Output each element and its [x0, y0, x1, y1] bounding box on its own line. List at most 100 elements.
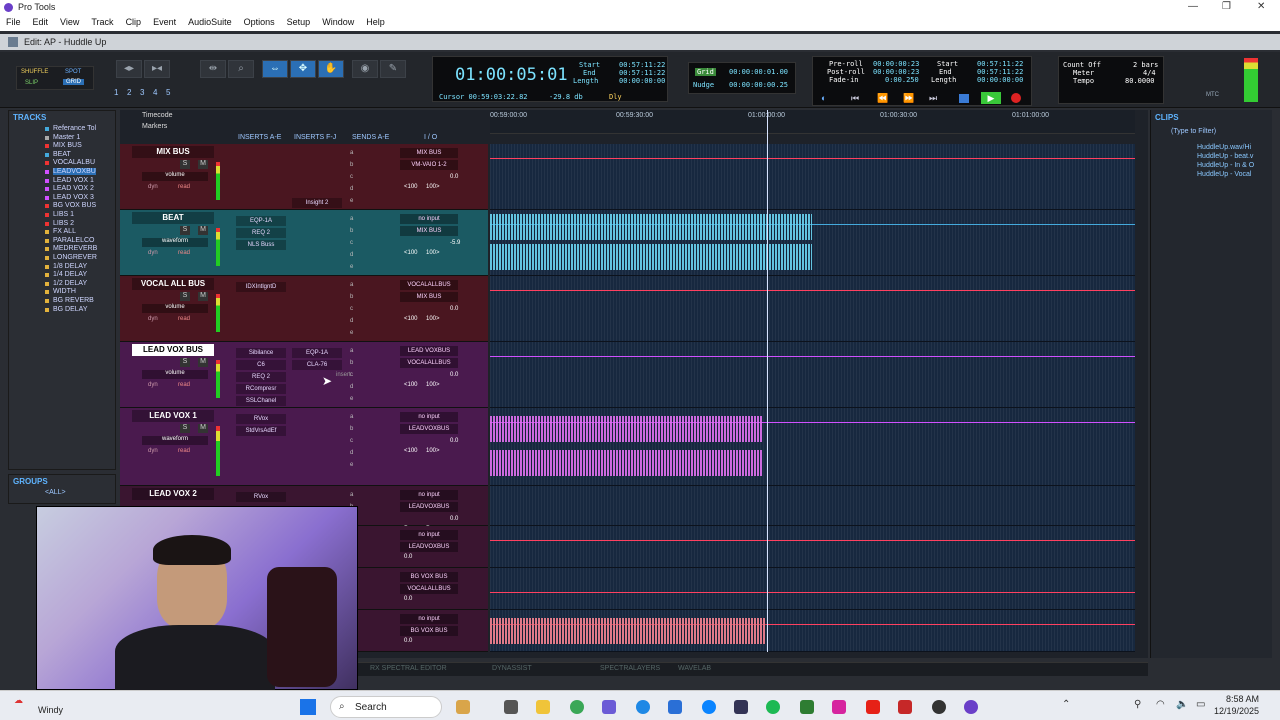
- clock-date[interactable]: 12/19/2025: [1214, 706, 1259, 716]
- grid-label[interactable]: Grid: [695, 68, 716, 76]
- track-name[interactable]: MIX BUS: [132, 146, 214, 158]
- automation-line[interactable]: [490, 356, 1135, 357]
- track-name[interactable]: LEAD VOX BUS: [132, 344, 214, 356]
- nudge-label[interactable]: Nudge: [693, 81, 714, 89]
- slip-mode[interactable]: SLIP: [25, 80, 38, 86]
- track-row[interactable]: MIX BUS volume dyn read S M Insight 2 a b c d e MIX …: [120, 144, 488, 210]
- track-lane[interactable]: [490, 526, 1135, 568]
- insert-slot[interactable]: StdVrsAdEf: [236, 426, 286, 436]
- input-selector[interactable]: LEAD VOXBUS: [400, 346, 458, 356]
- zoom-preset-4[interactable]: 4: [153, 88, 157, 97]
- pencil-tool-icon[interactable]: ✎: [380, 60, 406, 78]
- wavelab-tab[interactable]: WAVELAB: [678, 665, 711, 672]
- track-name[interactable]: VOCAL ALL BUS: [132, 278, 214, 290]
- send-slot[interactable]: c: [350, 306, 353, 312]
- audio-clip-waveform[interactable]: [490, 416, 762, 442]
- audio-clip-waveform[interactable]: [490, 244, 812, 270]
- transport-start-value[interactable]: 00:57:11:22: [977, 60, 1023, 68]
- mute-button[interactable]: M: [198, 226, 208, 235]
- track-lane[interactable]: [490, 210, 1135, 276]
- send-slot[interactable]: b: [350, 228, 353, 234]
- minimize-icon[interactable]: —: [1188, 1, 1198, 12]
- pro-tools-taskbar-icon[interactable]: [964, 700, 978, 714]
- start-value[interactable]: 00:57:11:22: [619, 61, 665, 69]
- send-slot[interactable]: a: [350, 216, 353, 222]
- track-list-item[interactable]: BEAT: [53, 151, 71, 158]
- spotify-icon[interactable]: [766, 700, 780, 714]
- track-list-item[interactable]: MEDREVERB: [53, 245, 97, 252]
- go-to-end-icon[interactable]: ⏭: [929, 93, 937, 104]
- insert-slot[interactable]: EQP-1A: [292, 348, 342, 358]
- pan-left-value[interactable]: <100: [404, 316, 418, 322]
- count-off-label[interactable]: Count Off: [1063, 61, 1101, 69]
- menu-audiosuite[interactable]: AudioSuite: [182, 15, 238, 31]
- clip-item[interactable]: HuddleUp - Vocal: [1197, 171, 1251, 178]
- menu-options[interactable]: Options: [238, 15, 281, 31]
- youtube-icon[interactable]: [866, 700, 880, 714]
- insert-slot[interactable]: EQP-1A: [236, 216, 286, 226]
- track-lane[interactable]: [490, 408, 1135, 486]
- return-to-zero-icon[interactable]: ⏮: [851, 93, 859, 104]
- pan-right-value[interactable]: 100>: [426, 382, 440, 388]
- menu-edit[interactable]: Edit: [27, 15, 55, 31]
- playhead-cursor[interactable]: [767, 110, 768, 652]
- output-selector[interactable]: VOCALALLBUS: [400, 358, 458, 368]
- pan-right-value[interactable]: 100>: [426, 250, 440, 256]
- input-selector[interactable]: no input: [400, 490, 458, 500]
- track-list-item[interactable]: WIDTH: [53, 288, 76, 295]
- menu-event[interactable]: Event: [147, 15, 182, 31]
- task-view-icon[interactable]: [504, 700, 518, 714]
- track-name[interactable]: LEAD VOX 2: [132, 488, 214, 500]
- solo-button[interactable]: S: [180, 160, 190, 169]
- zoom-preset-1[interactable]: 1: [114, 88, 118, 97]
- voicemeeter-icon[interactable]: [898, 700, 912, 714]
- send-slot[interactable]: b: [350, 360, 353, 366]
- weather-text[interactable]: Windy: [38, 705, 63, 715]
- zoomer-tool-icon[interactable]: ⌕: [228, 60, 254, 78]
- output-selector[interactable]: BG VOX BUS: [400, 626, 458, 636]
- send-slot[interactable]: e: [350, 264, 353, 270]
- clip-item[interactable]: HuddleUp.wav/Hi: [1197, 144, 1251, 151]
- output-selector[interactable]: MIX BUS: [400, 226, 458, 236]
- track-list-item[interactable]: LEAD VOX 1: [53, 177, 94, 184]
- shuffle-mode[interactable]: SHUFFLE: [21, 69, 48, 75]
- track-lane[interactable]: [490, 610, 1135, 652]
- track-view-selector[interactable]: waveform: [142, 436, 208, 445]
- audio-clip-waveform[interactable]: [490, 214, 812, 240]
- track-list-item[interactable]: LEAD VOX 3: [53, 194, 94, 201]
- dynassist-tab[interactable]: DYNASSIST: [492, 665, 532, 672]
- output-selector[interactable]: MIX BUS: [400, 292, 458, 302]
- automation-mode[interactable]: read: [178, 250, 190, 256]
- automation-line[interactable]: [490, 290, 1135, 291]
- grid-mode[interactable]: GRID: [63, 79, 84, 85]
- fadein-label[interactable]: Fade-in: [829, 76, 859, 84]
- group-all[interactable]: <ALL>: [45, 489, 66, 496]
- track-lane[interactable]: [490, 486, 1135, 526]
- scrubber-tool-icon[interactable]: ◉: [352, 60, 378, 78]
- menu-clip[interactable]: Clip: [120, 15, 148, 31]
- preroll-value[interactable]: 00:00:00:23: [873, 60, 919, 68]
- wifi-icon[interactable]: ◠: [1156, 699, 1165, 710]
- fadein-value[interactable]: 0:00.250: [885, 76, 919, 84]
- output-selector[interactable]: LEADVOXBUS: [400, 542, 458, 552]
- solo-button[interactable]: S: [180, 226, 190, 235]
- send-slot[interactable]: b: [350, 162, 353, 168]
- mute-button[interactable]: M: [198, 160, 208, 169]
- insert-slot[interactable]: SSLChanel: [236, 396, 286, 406]
- track-name[interactable]: BEAT: [132, 212, 214, 224]
- battery-icon[interactable]: ▭: [1196, 699, 1205, 710]
- zoom-out-icon[interactable]: ◂▸: [116, 60, 142, 78]
- insert-slot[interactable]: REQ 2: [236, 372, 286, 382]
- automation-line[interactable]: [490, 540, 1135, 541]
- edge-icon[interactable]: [636, 700, 650, 714]
- track-row[interactable]: VOCAL ALL BUS volume dyn read S M IDXIntlgntD a…: [120, 276, 488, 342]
- input-selector[interactable]: no input: [400, 412, 458, 422]
- trim-tool-icon[interactable]: ⇹: [200, 60, 226, 78]
- automation-line[interactable]: [490, 158, 1135, 159]
- track-lane[interactable]: [490, 144, 1135, 210]
- send-slot[interactable]: a: [350, 282, 353, 288]
- send-slot[interactable]: d: [350, 450, 353, 456]
- volume-value[interactable]: 0.0: [404, 638, 412, 644]
- audio-clip-waveform[interactable]: [490, 450, 762, 476]
- track-row[interactable]: LEAD VOX BUS volume dyn read S M Sibilance C6 RE…: [120, 342, 488, 408]
